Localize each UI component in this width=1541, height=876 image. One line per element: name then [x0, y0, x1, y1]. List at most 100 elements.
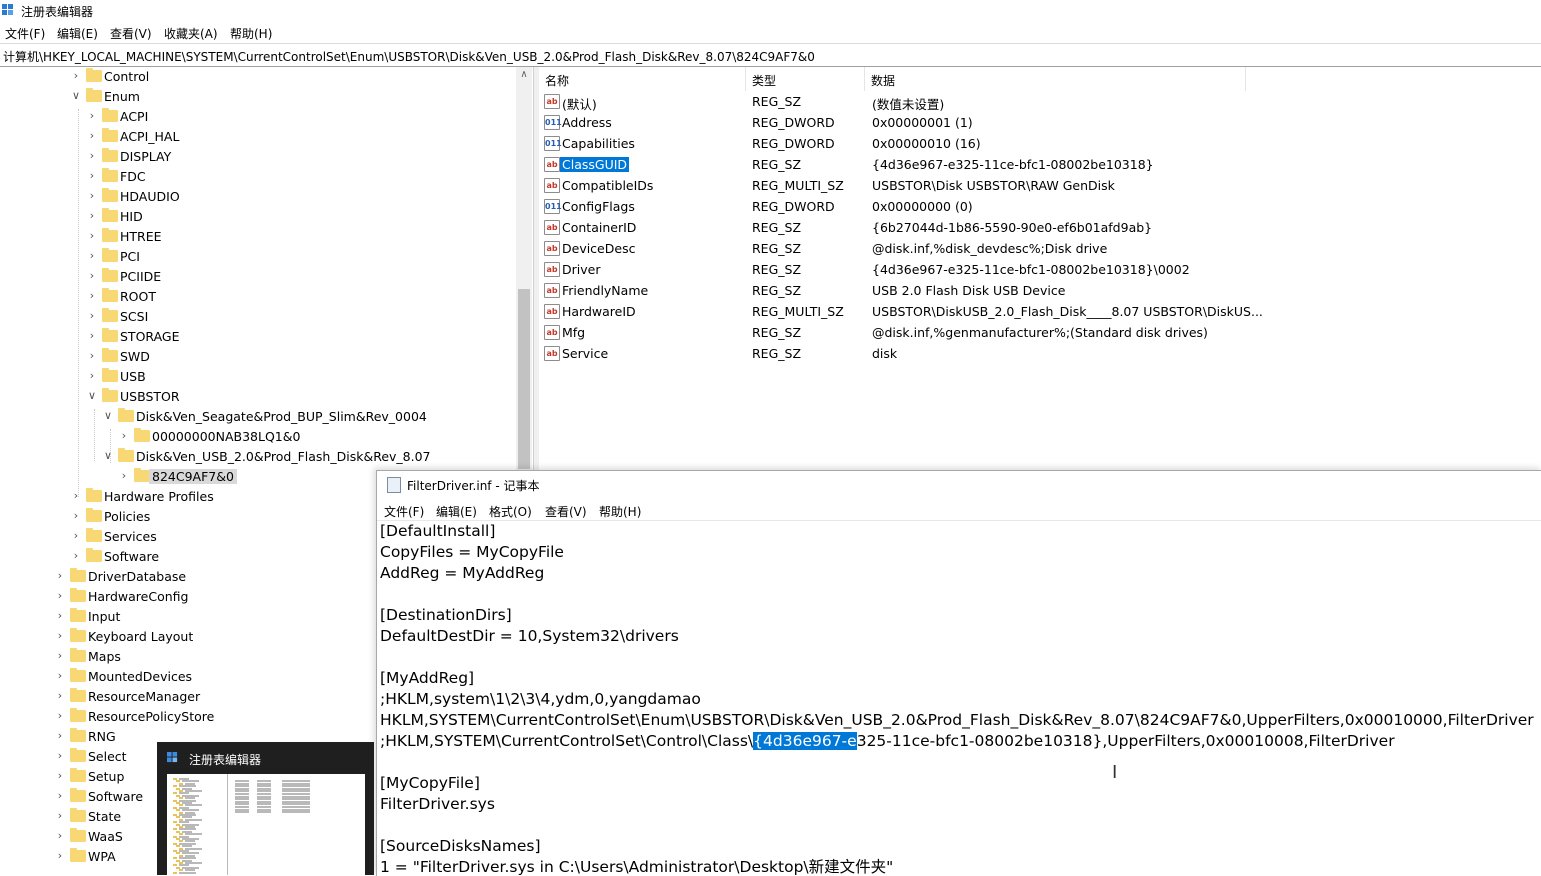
- value-name: Capabilities: [562, 136, 635, 151]
- tree-guide-line: [94, 409, 95, 461]
- chevron-right-icon[interactable]: ›: [87, 210, 97, 222]
- chevron-right-icon[interactable]: ›: [55, 570, 65, 582]
- value-row[interactable]: 011 Capabilities REG_DWORD 0x00000010 (16): [539, 133, 1539, 154]
- np-menu-file[interactable]: 文件(F): [384, 503, 424, 520]
- np-menu-view[interactable]: 查看(V): [545, 503, 587, 520]
- notepad-text-area[interactable]: [DefaultInstall] CopyFiles = MyCopyFile …: [380, 521, 1540, 876]
- value-name: ContainerID: [562, 220, 637, 235]
- folder-icon: [70, 728, 86, 742]
- column-header-name[interactable]: 名称: [539, 67, 746, 91]
- chevron-right-icon[interactable]: ›: [87, 330, 97, 342]
- column-header-type[interactable]: 类型: [746, 67, 865, 91]
- chevron-right-icon[interactable]: ›: [55, 770, 65, 782]
- column-header-data[interactable]: 数据: [865, 67, 1246, 91]
- value-name: Address: [562, 115, 612, 130]
- value-type: REG_MULTI_SZ: [752, 304, 844, 319]
- chevron-right-icon[interactable]: ›: [55, 670, 65, 682]
- address-bar[interactable]: 计算机\HKEY_LOCAL_MACHINE\SYSTEM\CurrentCon…: [0, 43, 1541, 67]
- menu-file[interactable]: 文件(F): [5, 25, 45, 42]
- text-selection[interactable]: {4d36e967-e: [753, 732, 857, 750]
- chevron-right-icon[interactable]: ›: [119, 470, 129, 482]
- tree-node-label: SCSI: [120, 309, 149, 324]
- chevron-right-icon[interactable]: ›: [55, 730, 65, 742]
- menu-view[interactable]: 查看(V): [110, 25, 152, 42]
- value-row[interactable]: 011 ConfigFlags REG_DWORD 0x00000000 (0): [539, 196, 1539, 217]
- chevron-right-icon[interactable]: ›: [55, 690, 65, 702]
- chevron-right-icon[interactable]: ›: [55, 710, 65, 722]
- menu-favorites[interactable]: 收藏夹(A): [164, 25, 218, 42]
- chevron-right-icon[interactable]: ›: [87, 170, 97, 182]
- notepad-window[interactable]: FilterDriver.inf - 记事本 文件(F) 编辑(E) 格式(O)…: [376, 470, 1541, 876]
- chevron-right-icon[interactable]: ›: [55, 830, 65, 842]
- chevron-right-icon[interactable]: ›: [71, 70, 81, 82]
- value-type: REG_MULTI_SZ: [752, 178, 844, 193]
- folder-icon: [86, 68, 102, 82]
- chevron-right-icon[interactable]: ›: [87, 130, 97, 142]
- folder-icon: [102, 108, 118, 122]
- chevron-right-icon[interactable]: ›: [71, 530, 81, 542]
- tree-node[interactable]: ∨ Enum: [0, 87, 515, 107]
- value-row[interactable]: ab Mfg REG_SZ @disk.inf,%genmanufacturer%;(…: [539, 322, 1539, 343]
- chevron-right-icon[interactable]: ›: [55, 610, 65, 622]
- chevron-right-icon[interactable]: ›: [87, 250, 97, 262]
- scroll-up-icon[interactable]: ∧: [516, 67, 532, 83]
- chevron-right-icon[interactable]: ›: [87, 190, 97, 202]
- chevron-right-icon[interactable]: ›: [87, 290, 97, 302]
- tree-node[interactable]: › Control: [0, 67, 515, 87]
- chevron-right-icon[interactable]: ›: [87, 150, 97, 162]
- chevron-right-icon[interactable]: ›: [71, 490, 81, 502]
- tree-scrollbar[interactable]: ∧: [516, 67, 532, 473]
- tree-node-label: HTREE: [120, 229, 162, 244]
- menu-edit[interactable]: 编辑(E): [57, 25, 98, 42]
- values-list[interactable]: 名称 类型 数据 ab (默认) REG_SZ (数值未设置) 011 Address RE…: [539, 67, 1541, 470]
- value-row[interactable]: ab ClassGUID REG_SZ {4d36e967-e325-11ce-bfc…: [539, 154, 1539, 175]
- chevron-right-icon[interactable]: ›: [87, 350, 97, 362]
- chevron-right-icon[interactable]: ›: [55, 590, 65, 602]
- chevron-down-icon[interactable]: ∨: [87, 390, 97, 402]
- chevron-right-icon[interactable]: ›: [87, 370, 97, 382]
- chevron-down-icon[interactable]: ∨: [71, 90, 81, 102]
- value-type: REG_SZ: [752, 262, 802, 277]
- chevron-right-icon[interactable]: ›: [55, 630, 65, 642]
- chevron-right-icon[interactable]: ›: [55, 650, 65, 662]
- value-row[interactable]: ab ContainerID REG_SZ {6b27044d-1b86-5590-9…: [539, 217, 1539, 238]
- chevron-right-icon[interactable]: ›: [87, 230, 97, 242]
- tree-node-label: ACPI_HAL: [120, 129, 180, 144]
- chevron-right-icon[interactable]: ›: [55, 790, 65, 802]
- taskbar-thumbnail[interactable]: 注册表编辑器: [157, 742, 374, 875]
- value-row[interactable]: ab CompatibleIDs REG_MULTI_SZ USBSTOR\Disk …: [539, 175, 1539, 196]
- chevron-right-icon[interactable]: ›: [87, 310, 97, 322]
- scrollbar-thumb[interactable]: [518, 289, 530, 469]
- preview-splitter: [227, 774, 228, 875]
- chevron-right-icon[interactable]: ›: [55, 850, 65, 862]
- text-line: HKLM,SYSTEM\CurrentControlSet\Enum\USBST…: [380, 711, 1534, 729]
- value-row[interactable]: ab HardwareID REG_MULTI_SZ USBSTOR\DiskUSB_…: [539, 301, 1539, 322]
- string-value-icon: ab: [544, 346, 560, 361]
- folder-icon: [70, 588, 86, 602]
- tree-node-label: Services: [104, 529, 157, 544]
- menu-help[interactable]: 帮助(H): [230, 25, 272, 42]
- np-menu-help[interactable]: 帮助(H): [599, 503, 641, 520]
- folder-icon: [70, 808, 86, 822]
- np-menu-edit[interactable]: 编辑(E): [436, 503, 477, 520]
- value-row[interactable]: ab FriendlyName REG_SZ USB 2.0 Flash Disk U…: [539, 280, 1539, 301]
- address-path[interactable]: 计算机\HKEY_LOCAL_MACHINE\SYSTEM\CurrentCon…: [3, 48, 815, 65]
- chevron-right-icon[interactable]: ›: [71, 550, 81, 562]
- value-type: REG_SZ: [752, 346, 802, 361]
- value-row[interactable]: ab Service REG_SZ disk: [539, 343, 1539, 364]
- value-name: FriendlyName: [562, 283, 649, 298]
- window-title: 注册表编辑器: [21, 5, 94, 19]
- chevron-right-icon[interactable]: ›: [87, 270, 97, 282]
- value-row[interactable]: ab DeviceDesc REG_SZ @disk.inf,%disk_devdes…: [539, 238, 1539, 259]
- value-row[interactable]: ab Driver REG_SZ {4d36e967-e325-11ce-bfc1-0…: [539, 259, 1539, 280]
- chevron-right-icon[interactable]: ›: [119, 430, 129, 442]
- np-menu-format[interactable]: 格式(O): [489, 503, 532, 520]
- chevron-right-icon[interactable]: ›: [55, 810, 65, 822]
- value-row[interactable]: 011 Address REG_DWORD 0x00000001 (1): [539, 112, 1539, 133]
- chevron-right-icon[interactable]: ›: [55, 750, 65, 762]
- chevron-down-icon[interactable]: ∨: [103, 450, 113, 462]
- value-row[interactable]: ab (默认) REG_SZ (数值未设置): [539, 91, 1539, 112]
- chevron-down-icon[interactable]: ∨: [103, 410, 113, 422]
- chevron-right-icon[interactable]: ›: [71, 510, 81, 522]
- chevron-right-icon[interactable]: ›: [87, 110, 97, 122]
